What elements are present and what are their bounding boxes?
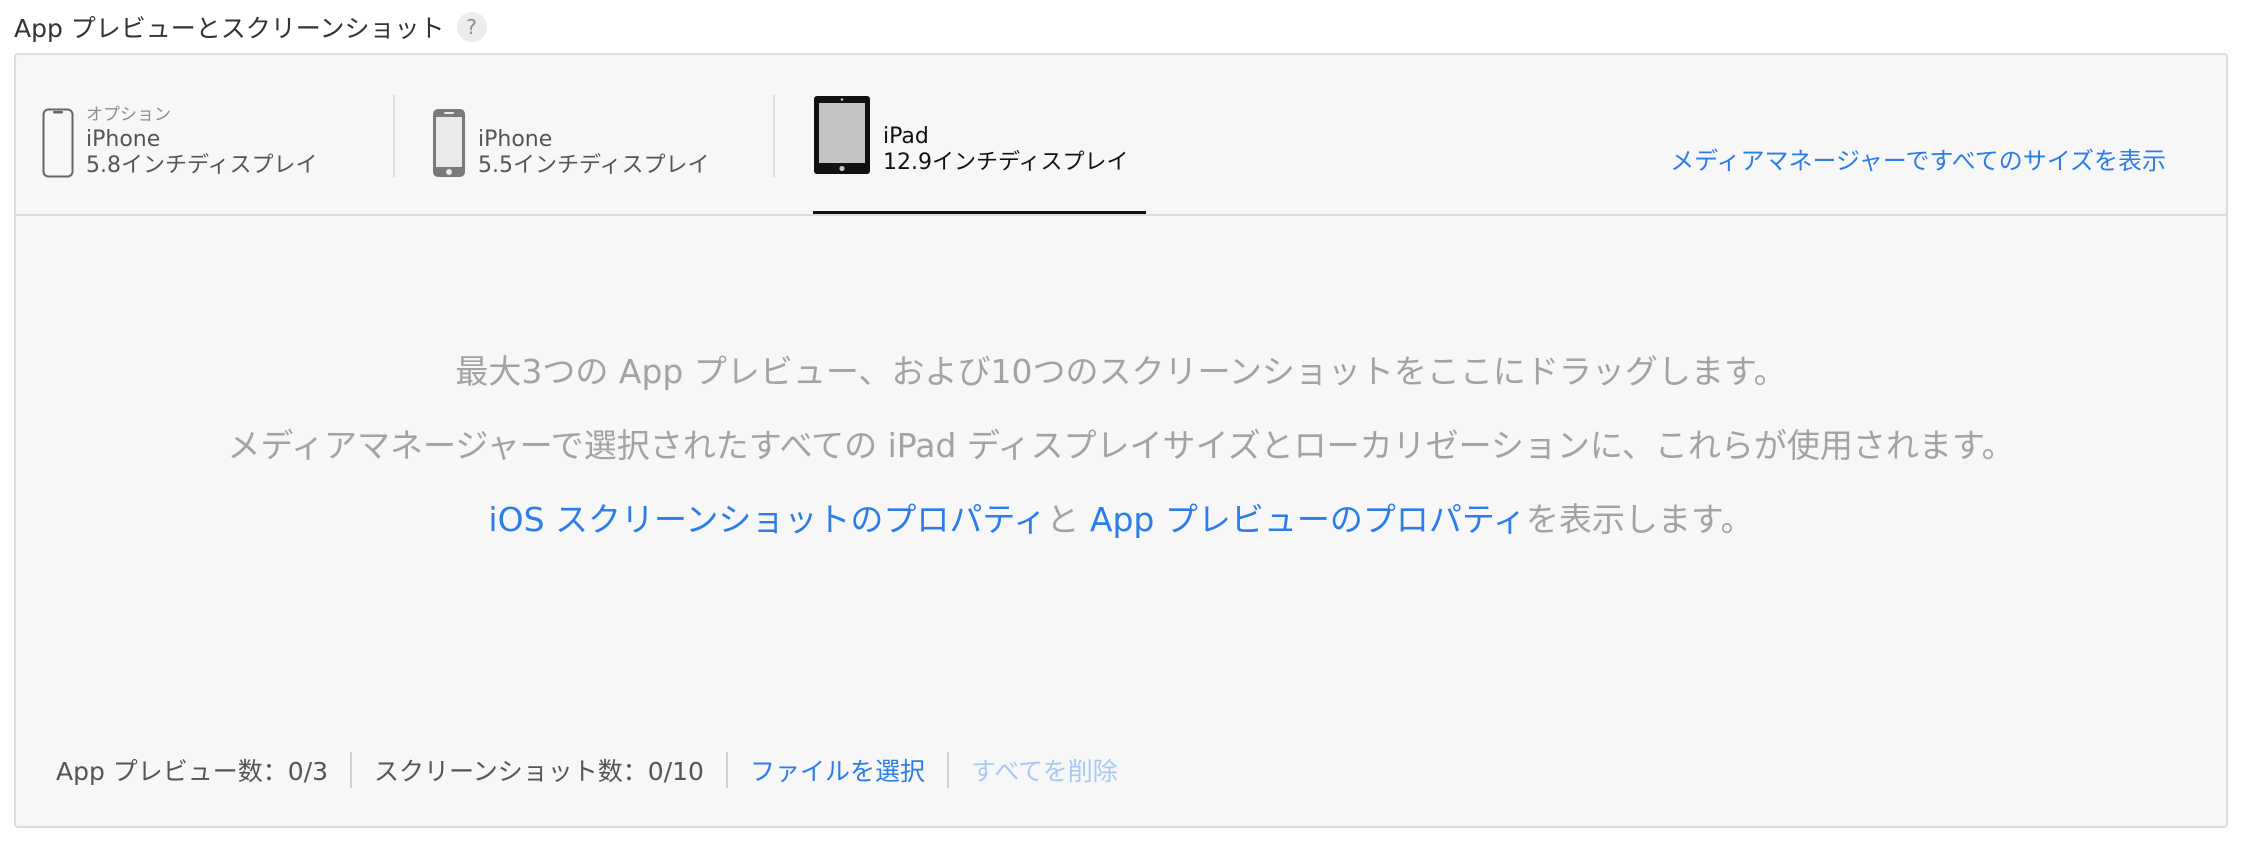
screenshot-properties-link[interactable]: iOS スクリーンショットのプロパティ bbox=[488, 500, 1046, 539]
iphone-notch-icon bbox=[42, 108, 74, 178]
drop-line-tail: を表示します。 bbox=[1525, 500, 1754, 539]
drop-zone[interactable]: 最大3つの App プレビュー、および10つのスクリーンショットをここにドラッグ… bbox=[16, 216, 2226, 636]
screenshot-panel: オプション iPhone 5.8インチディスプレイ iPhone 5.5インチデ… bbox=[14, 53, 2228, 828]
preview-count: App プレビュー数：0/3 bbox=[56, 757, 329, 786]
footer-divider bbox=[946, 752, 949, 788]
footer-divider bbox=[725, 752, 728, 788]
tab-model-label: iPhone bbox=[86, 127, 161, 153]
media-manager-link[interactable]: メディアマネージャーですべてのサイズを表示 bbox=[1670, 141, 2166, 176]
conjunction-text: と bbox=[1046, 500, 1080, 539]
tab-size-label: 5.5インチディスプレイ bbox=[478, 152, 710, 178]
tab-optional-label: オプション bbox=[86, 104, 171, 125]
tab-iphone-5-5[interactable]: iPhone 5.5インチディスプレイ bbox=[432, 55, 762, 214]
tab-iphone-5-8[interactable]: オプション iPhone 5.8インチディスプレイ bbox=[42, 55, 382, 214]
preview-properties-link[interactable]: App プレビューのプロパティ bbox=[1090, 500, 1526, 539]
tab-model-label: iPad bbox=[883, 124, 929, 150]
section-title: App プレビューとスクリーンショット bbox=[14, 14, 445, 43]
tab-model-label: iPhone bbox=[478, 127, 553, 153]
choose-file-button[interactable]: ファイルを選択 bbox=[750, 752, 925, 788]
tab-divider bbox=[393, 95, 395, 177]
screenshot-count: スクリーンショット数：0/10 bbox=[374, 757, 704, 786]
panel-footer: App プレビュー数：0/3 スクリーンショット数：0/10 ファイルを選択 す… bbox=[56, 752, 1118, 788]
section-header: App プレビューとスクリーンショット ? bbox=[14, 10, 487, 44]
tab-size-label: 5.8インチディスプレイ bbox=[86, 152, 318, 178]
iphone-home-button-icon bbox=[433, 109, 465, 177]
footer-divider bbox=[350, 752, 353, 788]
drop-instruction-line-2: メディアマネージャーで選択されたすべての iPad ディスプレイサイズとローカリ… bbox=[227, 426, 2015, 465]
help-icon[interactable]: ? bbox=[456, 12, 487, 42]
delete-all-button[interactable]: すべてを削除 bbox=[971, 752, 1118, 788]
device-tabbar: オプション iPhone 5.8インチディスプレイ iPhone 5.5インチデ… bbox=[16, 55, 2226, 216]
drop-instruction-line-3: iOS スクリーンショットのプロパティと App プレビューのプロパティを表示し… bbox=[488, 483, 1753, 557]
tab-size-label: 12.9インチディスプレイ bbox=[883, 149, 1129, 175]
tab-ipad-12-9[interactable]: iPad 12.9インチディスプレイ bbox=[813, 55, 1146, 214]
drop-instruction-line-1: 最大3つの App プレビュー、および10つのスクリーンショットをここにドラッグ… bbox=[455, 352, 1787, 391]
tab-divider bbox=[773, 95, 775, 177]
ipad-icon bbox=[814, 96, 870, 174]
